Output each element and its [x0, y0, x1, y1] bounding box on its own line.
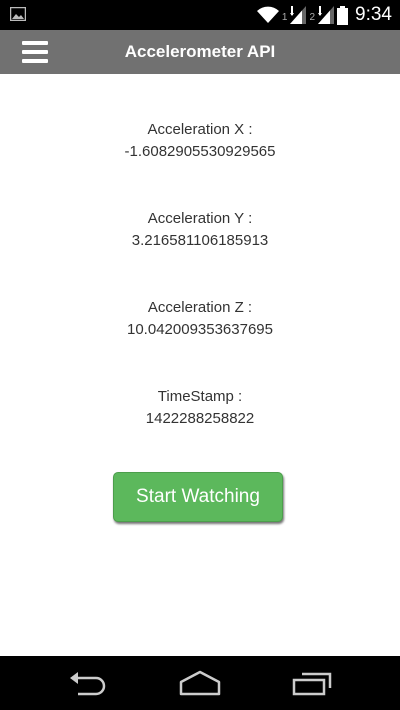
- battery-icon: [337, 5, 349, 25]
- recent-apps-icon[interactable]: [290, 668, 334, 698]
- app-bar: Accelerometer API: [0, 30, 400, 74]
- start-watching-button[interactable]: Start Watching: [113, 472, 283, 522]
- home-icon[interactable]: [178, 668, 222, 698]
- sim2-label: 2: [309, 12, 316, 23]
- navigation-bar: [0, 656, 400, 710]
- sim1-label: 1: [281, 12, 288, 23]
- acceleration-z-reading: Acceleration Z : 10.042009353637695: [0, 297, 400, 341]
- signal-icon: [290, 6, 307, 24]
- app-title: Accelerometer API: [124, 42, 276, 61]
- main-content: Acceleration X : -1.6082905530929565 Acc…: [0, 74, 400, 656]
- phone-screen: 1 2 9:34 Accelerometer API Acceleration …: [0, 0, 400, 710]
- timestamp-value: 1422288258822: [145, 410, 255, 427]
- wifi-icon: [256, 6, 279, 23]
- acceleration-z-value: 10.042009353637695: [127, 321, 273, 338]
- signal-icon-2: [318, 6, 335, 24]
- acceleration-y-label: Acceleration Y :: [147, 210, 253, 227]
- acceleration-x-reading: Acceleration X : -1.6082905530929565: [0, 119, 400, 163]
- timestamp-label: TimeStamp :: [157, 388, 243, 405]
- timestamp-reading: TimeStamp : 1422288258822: [0, 386, 400, 430]
- status-bar: 1 2 9:34: [0, 0, 400, 30]
- acceleration-y-value: 3.216581106185913: [131, 232, 269, 249]
- acceleration-y-reading: Acceleration Y : 3.216581106185913: [0, 208, 400, 252]
- hamburger-menu-icon[interactable]: [22, 41, 48, 63]
- back-icon[interactable]: [66, 668, 110, 698]
- acceleration-x-value: -1.6082905530929565: [124, 143, 276, 160]
- acceleration-x-label: Acceleration X :: [147, 121, 253, 138]
- status-icons: 1 2 9:34: [256, 3, 392, 27]
- image-notification-icon: [9, 6, 27, 22]
- acceleration-z-label: Acceleration Z :: [147, 299, 253, 316]
- status-clock: 9:34: [355, 4, 392, 25]
